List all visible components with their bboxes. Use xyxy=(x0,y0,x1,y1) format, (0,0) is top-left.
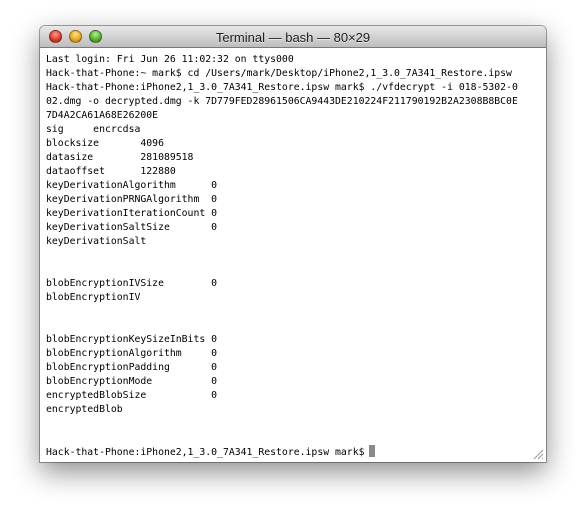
terminal-line: keyDerivationSalt xyxy=(46,236,147,247)
terminal-line: encryptedBlobSize 0 xyxy=(46,390,218,401)
terminal-line: 7D4A2CA61A68E26200E xyxy=(46,110,159,121)
terminal-line: Hack-that-Phone:~ mark$ cd /Users/mark/D… xyxy=(46,68,512,79)
terminal-line: blobEncryptionAlgorithm 0 xyxy=(46,348,218,359)
terminal-line: datasize 281089518 xyxy=(46,152,194,163)
terminal-line: encryptedBlob xyxy=(46,404,123,415)
desktop-stage: Terminal — bash — 80×29 Last login: Fri … xyxy=(0,0,585,515)
terminal-line: blobEncryptionMode 0 xyxy=(46,376,218,387)
terminal-output[interactable]: Last login: Fri Jun 26 11:02:32 on ttys0… xyxy=(40,48,546,462)
terminal-line: sig encrcdsa xyxy=(46,124,141,135)
terminal-line: blobEncryptionPadding 0 xyxy=(46,362,218,373)
window-titlebar[interactable]: Terminal — bash — 80×29 xyxy=(40,26,546,48)
terminal-line: 02.dmg -o decrypted.dmg -k 7D779FED28961… xyxy=(46,96,518,107)
terminal-line: Hack-that-Phone:iPhone2,1_3.0_7A341_Rest… xyxy=(46,82,518,93)
terminal-line: keyDerivationIterationCount 0 xyxy=(46,208,218,219)
window-title: Terminal — bash — 80×29 xyxy=(215,30,371,45)
terminal-prompt: Hack-that-Phone:iPhone2,1_3.0_7A341_Rest… xyxy=(46,447,365,458)
text-cursor xyxy=(368,445,375,457)
resize-grip-icon[interactable] xyxy=(532,448,544,460)
terminal-prompt-line[interactable]: Hack-that-Phone:iPhone2,1_3.0_7A341_Rest… xyxy=(46,445,540,459)
terminal-line: keyDerivationSaltSize 0 xyxy=(46,222,218,233)
terminal-line: blobEncryptionIV xyxy=(46,292,141,303)
terminal-window: Terminal — bash — 80×29 Last login: Fri … xyxy=(40,26,546,462)
terminal-line: dataoffset 122880 xyxy=(46,166,176,177)
terminal-line: keyDerivationPRNGAlgorithm 0 xyxy=(46,194,218,205)
terminal-line: blobEncryptionIVSize 0 xyxy=(46,278,218,289)
terminal-line: keyDerivationAlgorithm 0 xyxy=(46,180,218,191)
terminal-line: blocksize 4096 xyxy=(46,138,164,149)
terminal-line: blobEncryptionKeySizeInBits 0 xyxy=(46,334,218,345)
terminal-line: Last login: Fri Jun 26 11:02:32 on ttys0… xyxy=(46,54,294,65)
